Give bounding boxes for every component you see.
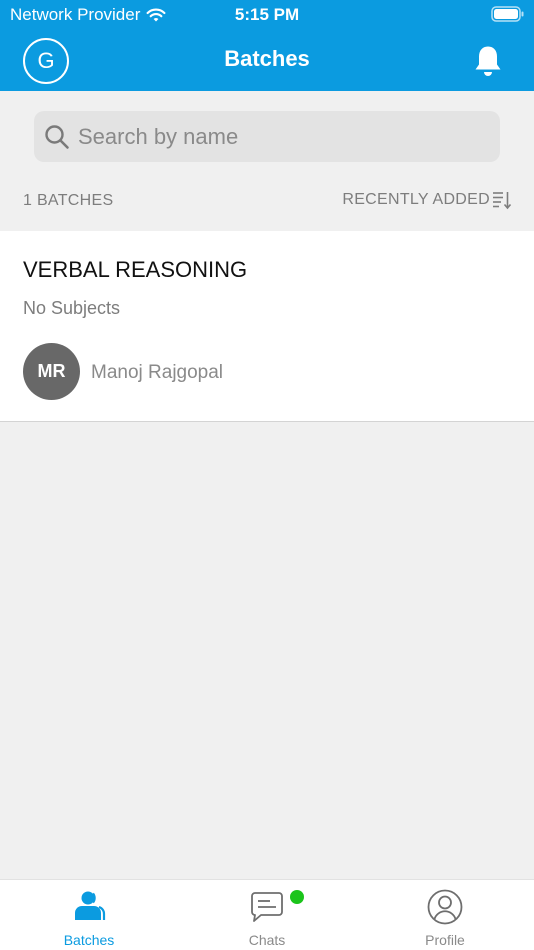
chat-icon	[251, 892, 283, 922]
batch-count: 1 BATCHES	[23, 192, 114, 209]
tab-bar: Batches Chats Profile	[0, 879, 534, 950]
teacher-initials: MR	[37, 361, 66, 381]
battery-icon	[491, 6, 524, 22]
search-bar[interactable]	[34, 111, 500, 162]
bell-icon[interactable]	[472, 44, 504, 78]
status-time: 5:15 PM	[234, 5, 300, 24]
profile-icon	[427, 889, 463, 925]
batch-card[interactable]: VERBAL REASONING No Subjects MR Manoj Ra…	[0, 231, 534, 422]
tab-profile[interactable]: Profile	[356, 880, 534, 950]
app-header: Network Provider 5:15 PM G Batches	[0, 0, 534, 91]
teacher-name: Manoj Rajgopal	[91, 362, 224, 383]
batches-icon	[75, 891, 106, 920]
tab-batches-label: Batches	[63, 932, 115, 948]
tab-chats-label: Chats	[248, 932, 286, 948]
tab-chats[interactable]: Chats	[178, 880, 356, 950]
sort-icon	[493, 192, 512, 210]
account-avatar-initial: G	[37, 48, 55, 73]
tab-profile-label: Profile	[425, 932, 465, 948]
status-bar: Network Provider 5:15 PM	[0, 0, 534, 30]
chat-notification-dot	[290, 890, 304, 904]
search-icon	[45, 124, 69, 149]
teacher-avatar: MR	[23, 343, 80, 400]
search-input[interactable]	[78, 123, 478, 150]
sort-button[interactable]: RECENTLY ADDED	[342, 190, 512, 210]
sort-label: RECENTLY ADDED	[342, 191, 490, 208]
batch-name: VERBAL REASONING	[23, 257, 248, 282]
batch-subjects: No Subjects	[23, 298, 121, 318]
account-avatar-button[interactable]: G	[23, 38, 69, 84]
page-title: Batches	[224, 46, 310, 71]
tab-batches[interactable]: Batches	[0, 880, 178, 950]
